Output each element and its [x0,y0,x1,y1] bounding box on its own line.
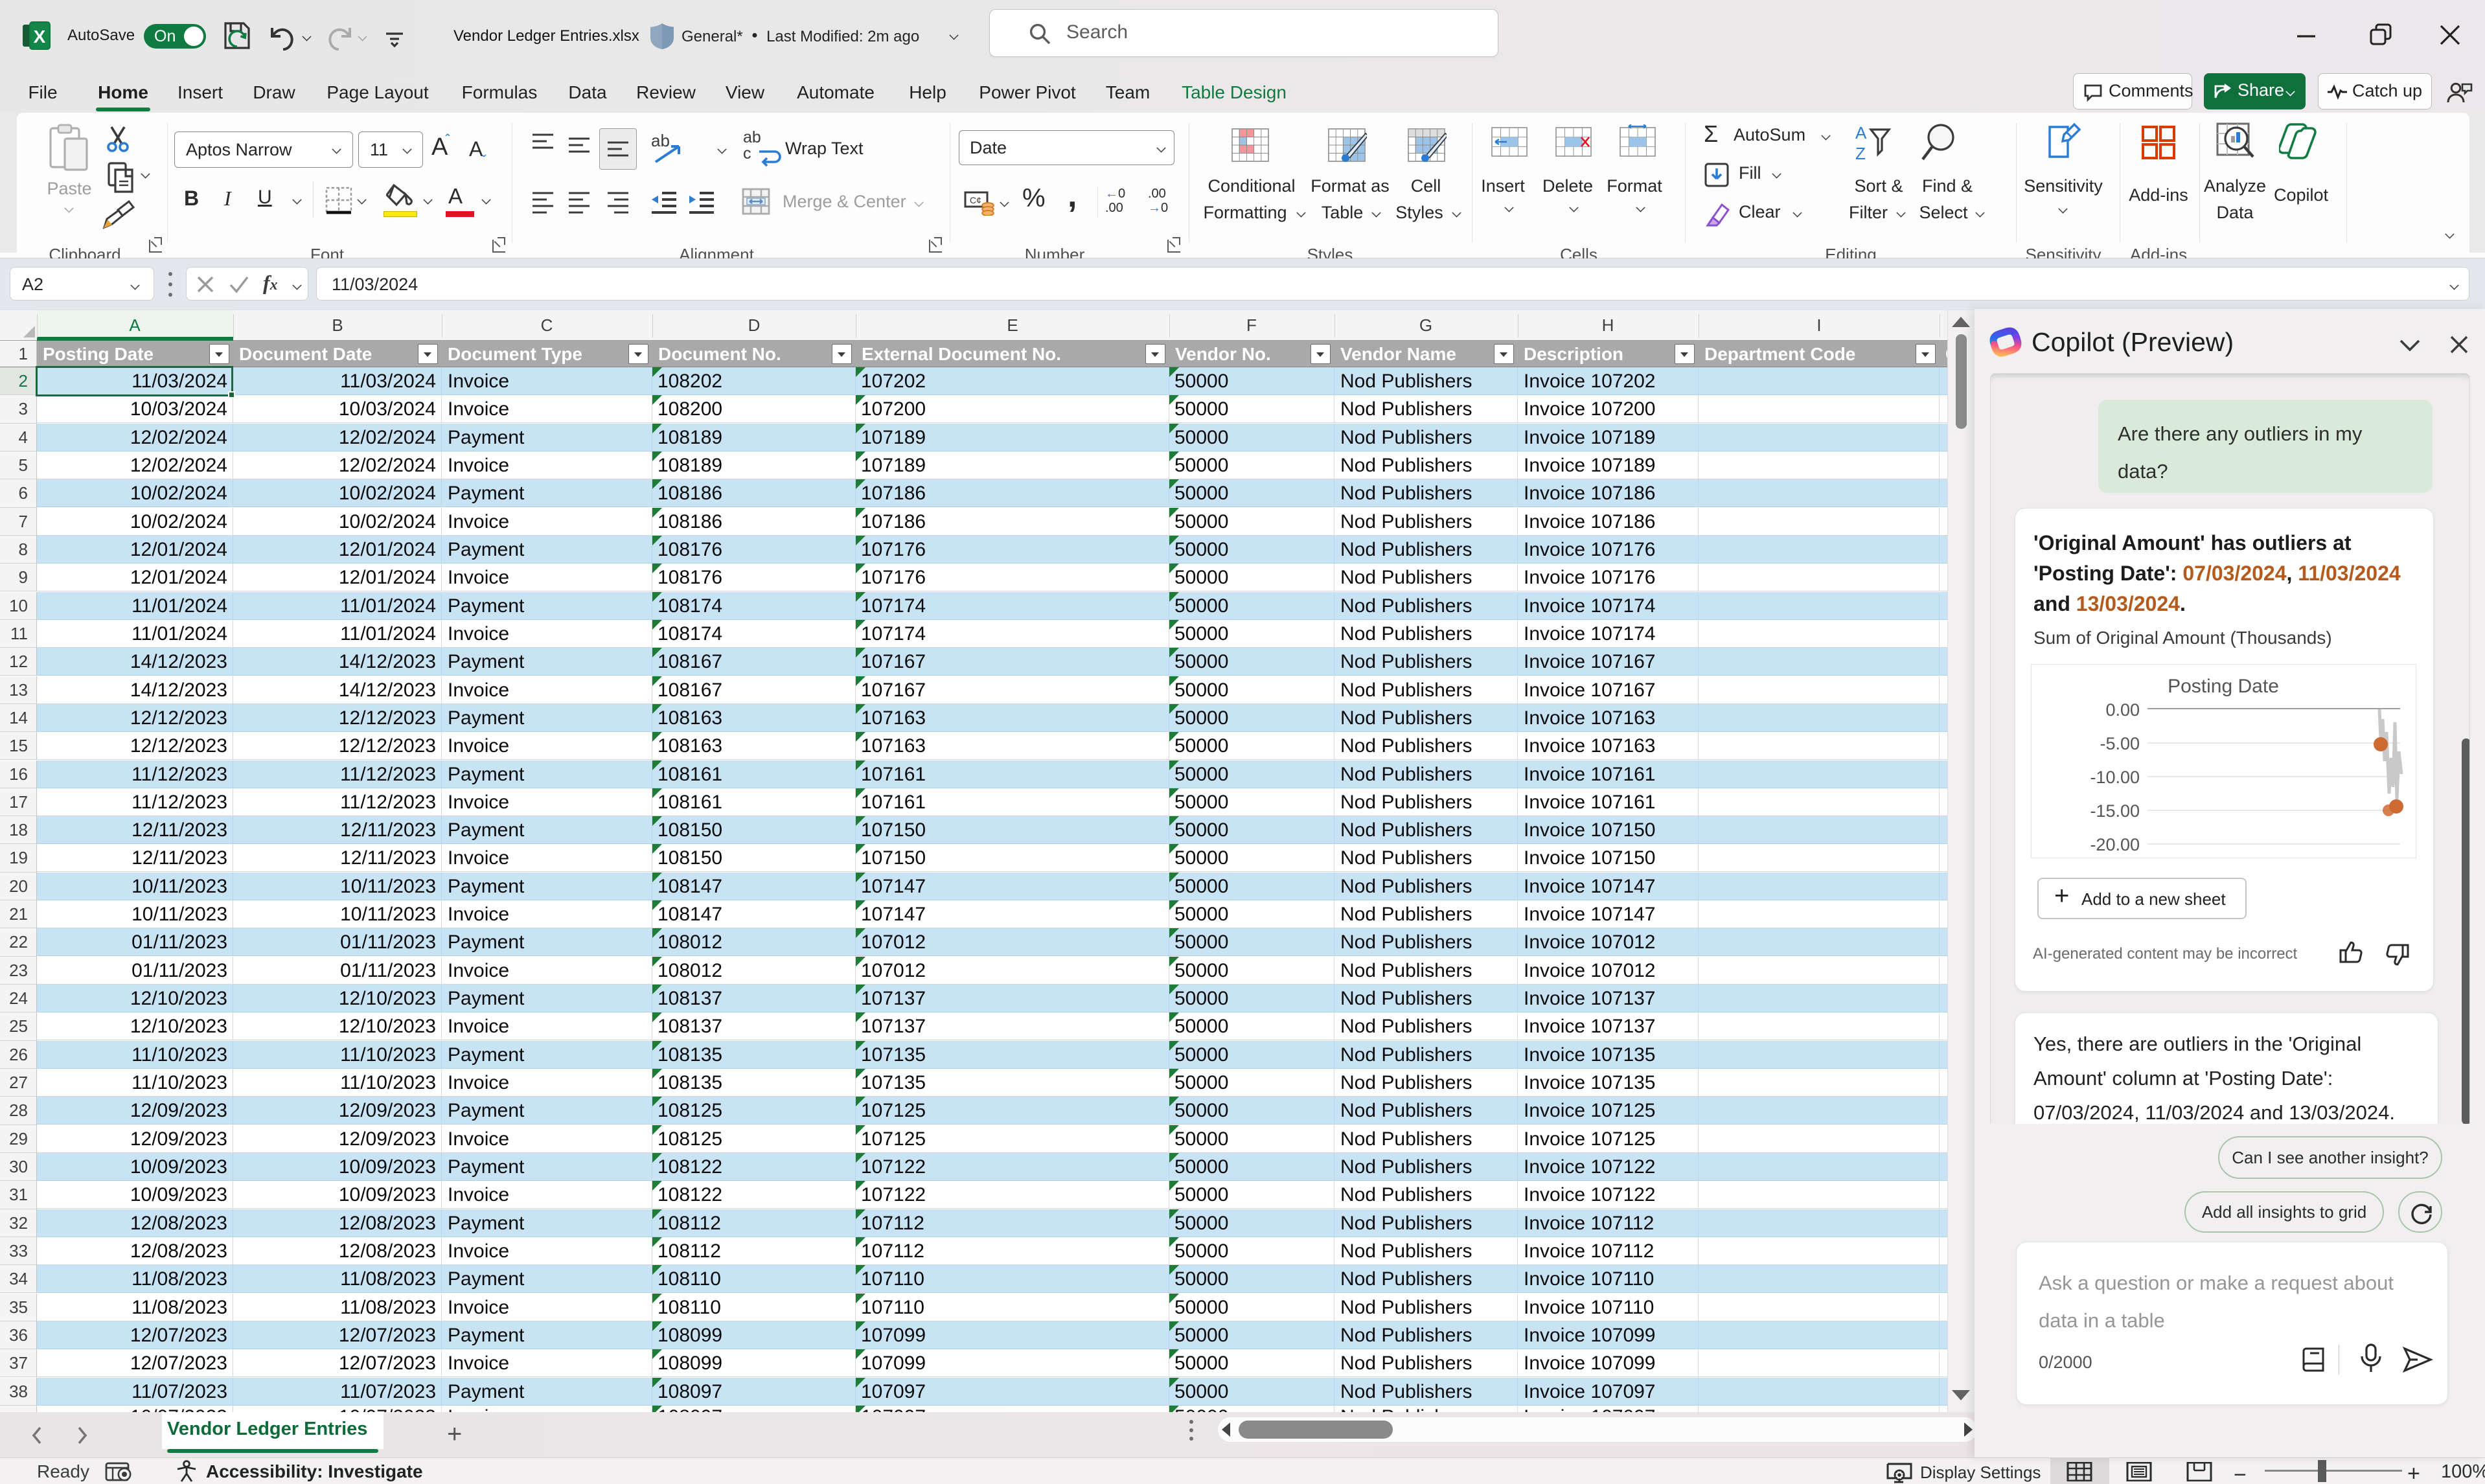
svg-text:-20.00: -20.00 [2090,835,2140,854]
svg-text:X: X [34,27,46,47]
svg-text:-15.00: -15.00 [2090,801,2140,821]
svg-text:0.00: 0.00 [2105,700,2140,720]
svg-text:-5.00: -5.00 [2100,734,2140,753]
svg-text:Posting Date: Posting Date [2168,676,2279,697]
svg-text:C¢: C¢ [970,195,981,205]
svg-text:Z: Z [1855,144,1866,163]
svg-text:-10.00: -10.00 [2090,768,2140,787]
svg-text:A: A [1855,123,1867,143]
